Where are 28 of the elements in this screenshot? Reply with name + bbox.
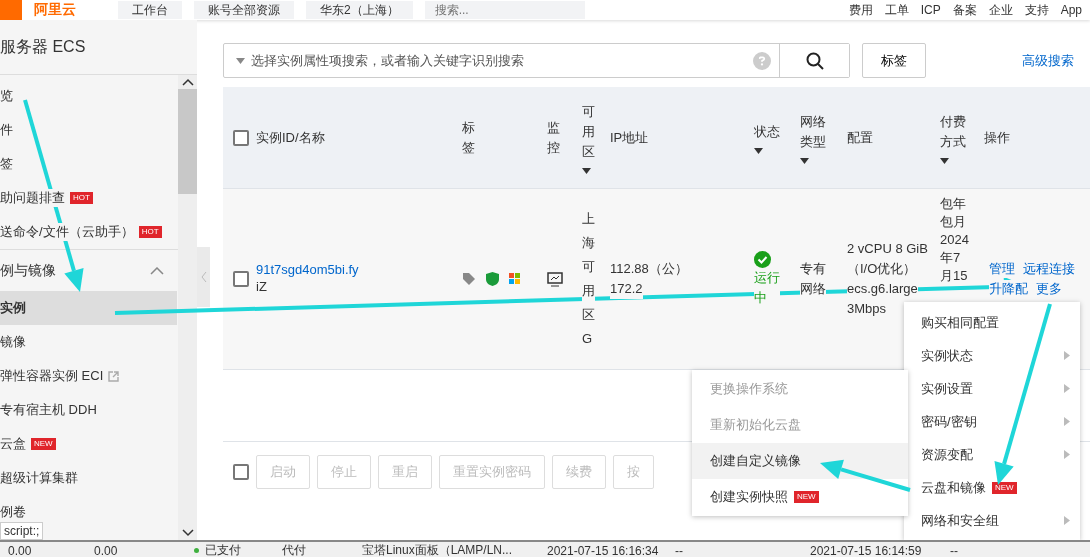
badge: NEW	[31, 438, 56, 450]
table-cell-text: 0.00	[7, 543, 33, 557]
sidebar-title: 服务器 ECS	[0, 36, 86, 57]
table-cell-text: 2021-07-15 16:16:34	[546, 543, 660, 557]
column-header: 标签	[462, 118, 475, 157]
column-header: 监控	[547, 118, 560, 157]
badge: HOT	[70, 192, 93, 204]
column-header: 网络类型	[800, 112, 826, 151]
link-tooltip: script:;	[0, 522, 44, 540]
column-header: 操作	[984, 128, 1010, 147]
badge: NEW	[992, 481, 1017, 494]
table-cell-text: 0.00	[93, 543, 119, 557]
table-cell-text: 2021-07-15 16:14:59	[809, 543, 923, 557]
column-header: 可用区	[582, 102, 595, 161]
badge: NEW	[794, 491, 819, 503]
table-cell: 已支付	[186, 542, 274, 557]
table-cell-text: 代付	[281, 542, 307, 557]
column-header: 配置	[847, 128, 873, 147]
table-cell-text: --	[949, 543, 959, 557]
column-header: 付费方式	[940, 112, 966, 151]
badge: HOT	[138, 226, 162, 238]
table-cell-text: 宝塔Linux面板（LAMP/LN...	[361, 542, 514, 557]
logo-text: 阿里云	[34, 1, 76, 19]
column-header: 状态	[754, 122, 780, 141]
column-header: IP地址	[610, 128, 649, 147]
payment-text: 包年包月2024年7月15	[940, 195, 970, 285]
column-header: 实例ID/名称	[256, 128, 325, 147]
table-cell-text: --	[674, 543, 684, 557]
